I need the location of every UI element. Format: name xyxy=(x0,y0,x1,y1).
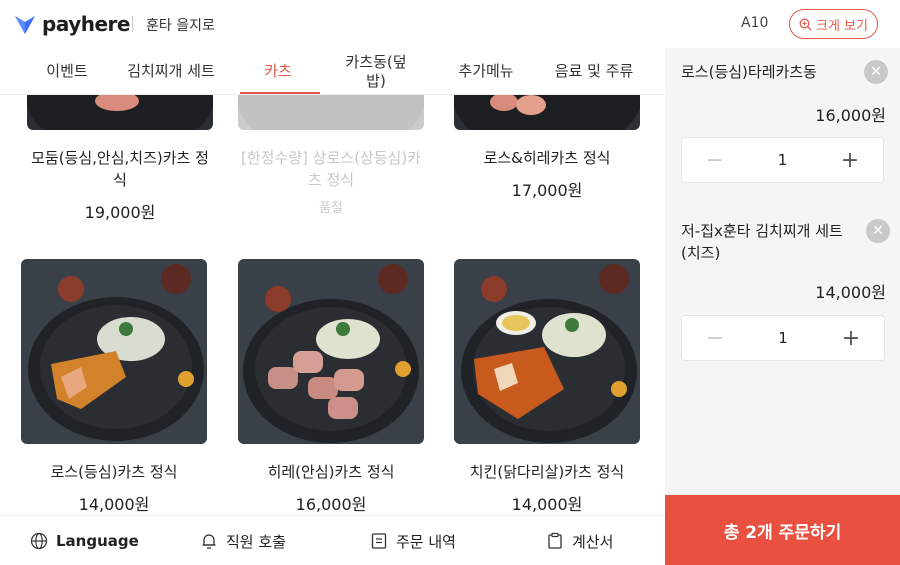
bill-label: 계산서 xyxy=(572,532,614,551)
food-image xyxy=(27,95,213,130)
cart-item-name: 저-집x훈타 김치찌개 세트(치즈) xyxy=(681,222,843,262)
zoom-icon xyxy=(799,18,812,30)
menu-name: [한정수량] 상로스(상등심)카츠 정식 xyxy=(241,149,421,189)
food-image xyxy=(454,95,640,130)
menu-name: 치킨(닭다리살)카츠 정식 xyxy=(469,463,625,481)
zoom-button[interactable]: 크게 보기 xyxy=(789,9,878,39)
tab-kimchi-set[interactable]: 김치찌개 세트 xyxy=(126,48,216,95)
order-history-button[interactable]: 주문 내역 xyxy=(370,516,456,565)
menu-price: 16,000원 xyxy=(295,495,367,514)
menu-card[interactable]: 로스&히레카츠 정식 17,000원 xyxy=(452,95,642,201)
increase-button[interactable]: + xyxy=(827,138,873,182)
bell-icon xyxy=(202,534,216,549)
quantity-stepper: − 1 + xyxy=(681,137,884,183)
food-image xyxy=(238,95,424,130)
food-image xyxy=(21,259,207,444)
call-staff-button[interactable]: 직원 호출 xyxy=(200,516,286,565)
receipt-list-icon xyxy=(371,533,387,549)
menu-card[interactable]: 치킨(닭다리살)카츠 정식 14,000원 xyxy=(452,259,642,515)
tab-katsu[interactable]: 카츠 xyxy=(240,48,316,95)
cart-panel: 로스(등심)타레카츠동 ✕ 16,000원 − 1 + 저-집x훈타 김치찌개 … xyxy=(665,48,900,495)
store-name: 훈타 을지로 xyxy=(146,18,215,34)
close-icon[interactable]: ✕ xyxy=(866,219,890,243)
menu-card[interactable]: 모둠(등심,안심,치즈)카츠 정식 19,000원 xyxy=(25,95,215,223)
menu-name: 로스(등심)카츠 정식 xyxy=(50,463,178,481)
menu-price: 19,000원 xyxy=(84,203,156,222)
category-tabs: 이벤트 김치찌개 세트 카츠 카츠동(덮밥) 추가메뉴 음료 및 주류 xyxy=(0,48,665,95)
order-history-label: 주문 내역 xyxy=(396,532,456,551)
tab-active-indicator xyxy=(240,92,320,94)
bill-button[interactable]: 계산서 xyxy=(546,516,613,565)
zoom-label: 크게 보기 xyxy=(816,18,868,34)
menu-card[interactable]: 로스(등심)카츠 정식 14,000원 xyxy=(19,259,209,515)
globe-icon xyxy=(30,532,48,550)
language-button[interactable]: Language xyxy=(30,516,139,565)
menu-name: 로스&히레카츠 정식 xyxy=(483,149,611,167)
menu-price: 14,000원 xyxy=(78,495,150,514)
tab-katsudon[interactable]: 카츠동(덮밥) xyxy=(336,48,416,95)
menu-name: 히레(안심)카츠 정식 xyxy=(267,463,395,481)
tab-drinks[interactable]: 음료 및 주류 xyxy=(546,48,642,95)
payhere-logo-icon xyxy=(15,16,35,34)
menu-name: 모둠(등심,안심,치즈)카츠 정식 xyxy=(31,149,209,189)
increase-button[interactable]: + xyxy=(828,316,874,360)
brand-logo: payhere xyxy=(14,12,130,36)
menu-price: 14,000원 xyxy=(511,495,583,514)
tab-extra-menu[interactable]: 추가메뉴 xyxy=(446,48,526,95)
header-divider xyxy=(132,16,133,32)
cart-item-name: 로스(등심)타레카츠동 xyxy=(681,63,817,81)
food-image xyxy=(454,259,640,444)
soldout-badge: 품절 xyxy=(319,201,343,216)
order-button[interactable]: 총 2개 주문하기 xyxy=(665,495,900,565)
menu-price: 17,000원 xyxy=(511,181,583,200)
app-header: payhere 훈타 을지로 A10 크게 보기 xyxy=(0,0,900,48)
food-image xyxy=(238,259,424,444)
menu-card[interactable]: 히레(안심)카츠 정식 16,000원 xyxy=(236,259,426,515)
table-number: A10 xyxy=(741,15,769,31)
quantity-stepper: − 1 + xyxy=(681,315,885,361)
language-label: Language xyxy=(56,532,139,550)
call-staff-label: 직원 호출 xyxy=(226,532,286,551)
cart-item-price: 16,000원 xyxy=(815,106,886,125)
menu-card-soldout[interactable]: [한정수량] 상로스(상등심)카츠 정식 품절 xyxy=(236,95,426,216)
clipboard-icon xyxy=(548,532,562,549)
menu-grid: 모둠(등심,안심,치즈)카츠 정식 19,000원 [한정수량] 상로스(상등심… xyxy=(0,95,665,515)
brand-name: payhere xyxy=(42,12,130,36)
bottom-bar: Language 직원 호출 주문 내역 계산서 xyxy=(0,515,665,565)
cart-item-price: 14,000원 xyxy=(815,283,886,302)
close-icon[interactable]: ✕ xyxy=(864,60,888,84)
tab-event[interactable]: 이벤트 xyxy=(30,48,104,95)
